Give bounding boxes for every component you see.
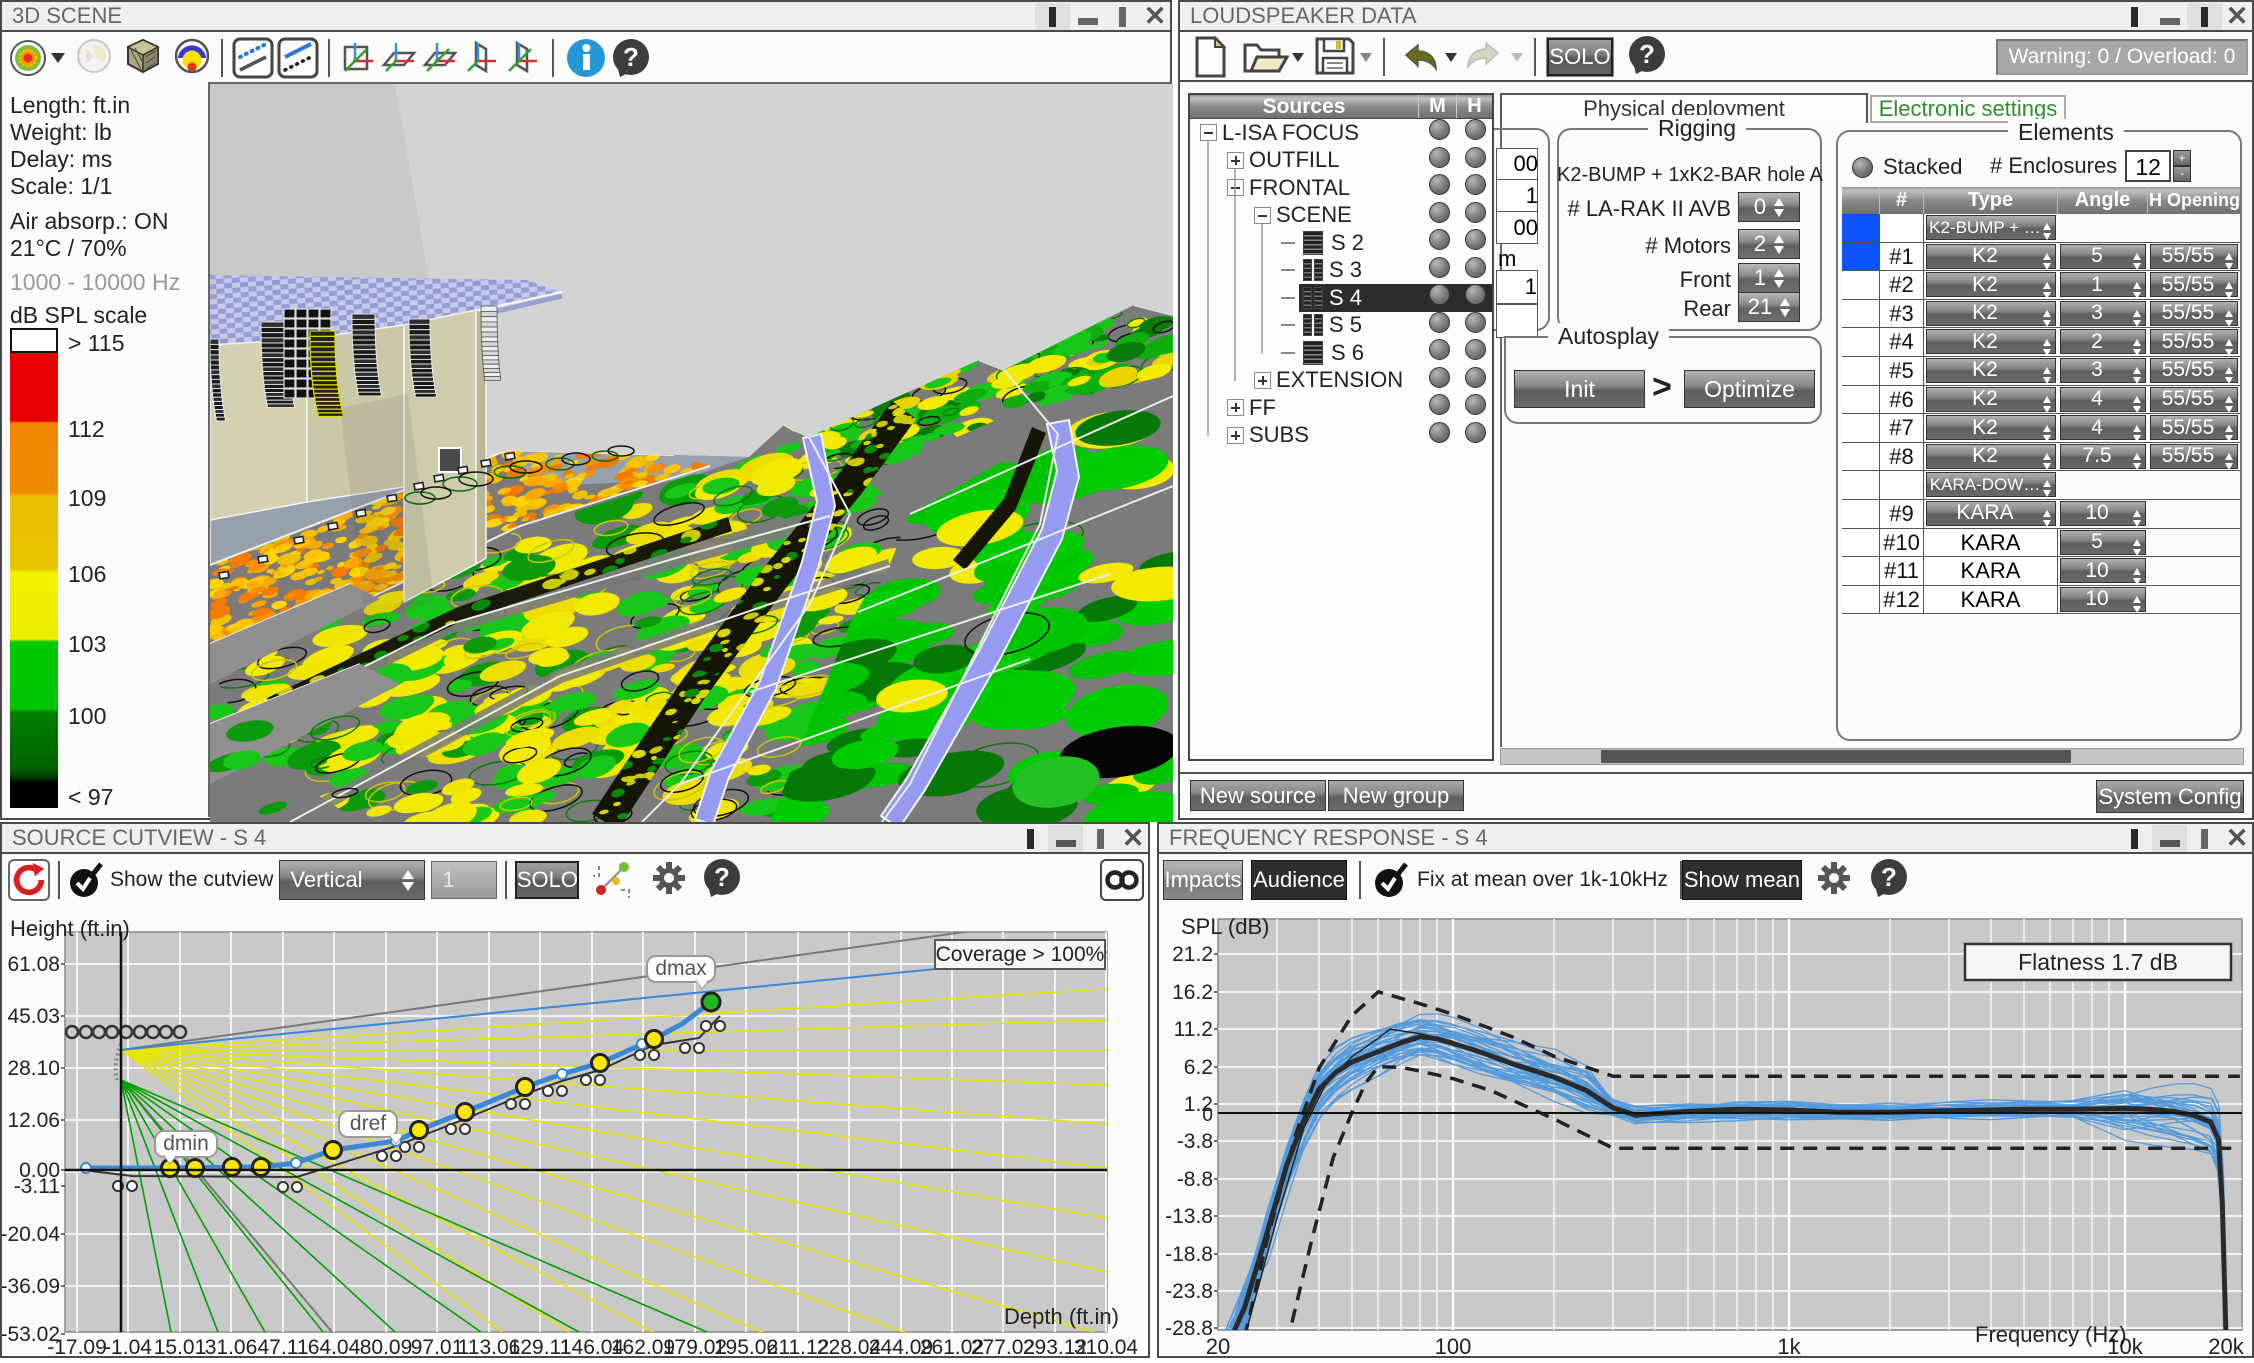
svg-text:-17.09: -17.09 <box>47 1336 107 1358</box>
svg-text:310.04: 310.04 <box>1074 1336 1139 1358</box>
svg-text:20: 20 <box>1206 1334 1230 1358</box>
svg-text:-18.8: -18.8 <box>1165 1243 1213 1266</box>
svg-text:-13.8: -13.8 <box>1165 1205 1213 1228</box>
svg-text:12.06: 12.06 <box>7 1109 60 1132</box>
svg-text:dref: dref <box>350 1112 386 1135</box>
svg-text:11.2: 11.2 <box>1174 1018 1213 1041</box>
svg-text:1k: 1k <box>1777 1334 1801 1358</box>
svg-text:?: ? <box>1639 39 1655 69</box>
svg-text:20k: 20k <box>2208 1334 2244 1358</box>
svg-text:?: ? <box>623 42 639 72</box>
svg-text:100: 100 <box>1435 1334 1472 1358</box>
svg-text:47.11: 47.11 <box>258 1336 309 1358</box>
svg-text:Depth (ft.in): Depth (ft.in) <box>1004 1304 1119 1329</box>
svg-text:-36.09: -36.09 <box>2 1275 60 1298</box>
svg-text:Flatness 1.7 dB: Flatness 1.7 dB <box>2018 949 2178 975</box>
svg-text:dmin: dmin <box>163 1132 209 1155</box>
svg-text:?: ? <box>1881 862 1897 892</box>
svg-text:Height (ft.in): Height (ft.in) <box>10 916 130 941</box>
svg-text:-3.8: -3.8 <box>1177 1130 1213 1153</box>
svg-text:?: ? <box>714 862 730 892</box>
svg-text:28.10: 28.10 <box>7 1057 60 1080</box>
svg-text:-8.8: -8.8 <box>1177 1168 1213 1191</box>
svg-text:45.03: 45.03 <box>7 1005 60 1028</box>
svg-text:15.01: 15.01 <box>154 1336 207 1358</box>
svg-text:31.06: 31.06 <box>205 1336 258 1358</box>
svg-text:-23.8: -23.8 <box>1165 1280 1213 1303</box>
svg-text:6.2: 6.2 <box>1184 1056 1213 1079</box>
svg-text:-20.04: -20.04 <box>2 1223 60 1246</box>
svg-text:61.08: 61.08 <box>7 953 60 976</box>
svg-text:64.04: 64.04 <box>308 1336 361 1358</box>
svg-text:Coverage > 100%: Coverage > 100% <box>936 943 1105 966</box>
svg-text:-1.04: -1.04 <box>104 1336 152 1358</box>
svg-text:97.01: 97.01 <box>411 1336 464 1358</box>
svg-text:SPL (dB): SPL (dB) <box>1181 914 1269 939</box>
svg-text:0: 0 <box>1202 1105 1213 1126</box>
svg-text:dmax: dmax <box>655 957 707 980</box>
svg-text:21.2: 21.2 <box>1172 943 1213 966</box>
svg-text:Frequency (Hz): Frequency (Hz) <box>1975 1322 2127 1347</box>
svg-text:80.09: 80.09 <box>360 1336 413 1358</box>
svg-text:-3.11: -3.11 <box>14 1175 60 1198</box>
svg-text:16.2: 16.2 <box>1172 981 1213 1004</box>
